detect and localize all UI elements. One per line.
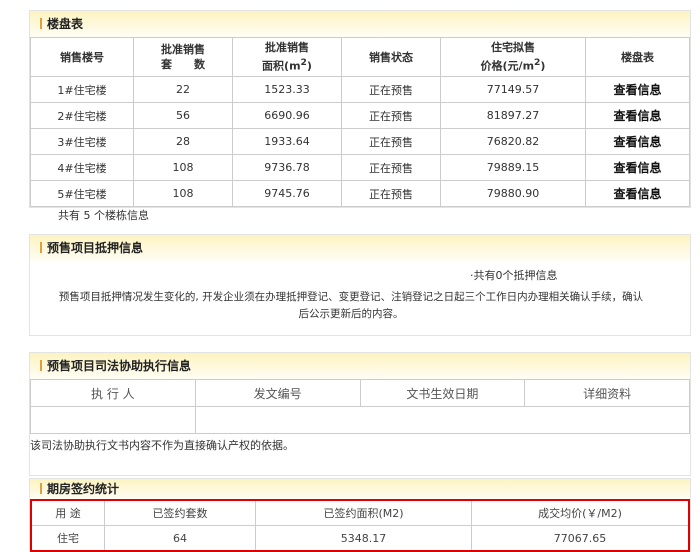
view-info-link[interactable]: 查看信息 (585, 180, 690, 207)
title-text: 楼盘表 (47, 17, 84, 31)
mortgage-note: 预售项目抵押情况发生变化的, 开发企业须在办理抵押登记、变更登记、注销登记之日起… (58, 291, 644, 320)
table-header: 销售楼号 批准销售套 数 批准销售 面积(m2) 销售状态 住宅拟售 价格(元/m2… (30, 37, 690, 77)
view-info-link[interactable]: 查看信息 (585, 76, 690, 103)
col-area: 批准销售 面积(m2) (232, 37, 342, 77)
buildings-count: 共有 5 个楼栋信息 (58, 209, 149, 222)
cell-area: 6690.96 (232, 102, 342, 129)
mortgage-count: ·共有0个抵押信息 (470, 269, 558, 282)
cell-price: 77149.57 (440, 76, 586, 103)
table-row: 5#住宅楼 108 9745.76 正在预售 79880.90 查看信息 (30, 180, 690, 207)
empty-cell (194, 406, 691, 434)
contracts-table: 用 途已签约套数 已签约面积(M2) 成交均价(￥/M2) 住宅 64 5348.17 7… (30, 499, 690, 552)
col-units: 批准销售套 数 (133, 37, 233, 77)
col-usage: 用 途 (30, 499, 105, 526)
col-avg-price: 成交均价(￥/M2) (471, 499, 690, 526)
cell-name: 5#住宅楼 (30, 180, 134, 207)
col-table: 楼盘表 (585, 37, 690, 77)
table-row: 3#住宅楼 28 1933.64 正在预售 76820.82 查看信息 (30, 128, 690, 155)
table-row: 2#住宅楼 56 6690.96 正在预售 81897.27 查看信息 (30, 102, 690, 129)
usage: 住宅 (30, 525, 105, 552)
cell-status: 正在预售 (341, 180, 441, 207)
cell-name: 1#住宅楼 (30, 76, 134, 103)
col-status: 销售状态 (341, 37, 441, 77)
col-building: 销售楼号 (30, 37, 134, 77)
cell-area: 1523.33 (232, 76, 342, 103)
cell-status: 正在预售 (341, 76, 441, 103)
buildings-panel: 楼盘表 销售楼号 批准销售套 数 批准销售 面积(m2) 销售状态 住宅拟售 价格(… (29, 10, 691, 208)
panel-title: 预售项目司法协助执行信息 (30, 353, 690, 379)
cell-price: 76820.82 (440, 128, 586, 155)
cell-area: 1933.64 (232, 128, 342, 155)
col-signed-area: 已签约面积(M2) (255, 499, 472, 526)
cell-area: 9736.78 (232, 154, 342, 181)
title-text: 预售项目抵押信息 (47, 241, 144, 255)
cell-units: 108 (133, 154, 233, 181)
contracts-panel: 期房签约统计 用 途已签约套数 已签约面积(M2) 成交均价(￥/M2) 住宅 64 5… (29, 478, 691, 552)
col-doc-number: 发文编号 (194, 379, 361, 407)
cell-status: 正在预售 (341, 102, 441, 129)
col-executor: 执 行 人 (30, 379, 196, 407)
cell-price: 79889.15 (440, 154, 586, 181)
cell-name: 4#住宅楼 (30, 154, 134, 181)
col-signed-units: 已签约套数 (104, 499, 256, 526)
empty-cell (30, 406, 196, 434)
judicial-panel: 预售项目司法协助执行信息 执 行 人发文编号 文书生效日期 详细资料 该司法协助执行… (29, 352, 691, 476)
panel-title: 楼盘表 (30, 11, 690, 37)
judicial-table: 执 行 人发文编号 文书生效日期 详细资料 (30, 379, 691, 434)
cell-name: 3#住宅楼 (30, 128, 134, 155)
cell-status: 正在预售 (341, 154, 441, 181)
cell-price: 81897.27 (440, 102, 586, 129)
view-info-link[interactable]: 查看信息 (585, 102, 690, 129)
cell-units: 56 (133, 102, 233, 129)
col-effective-date: 文书生效日期 (359, 379, 526, 407)
cell-units: 108 (133, 180, 233, 207)
title-text: 预售项目司法协助执行信息 (47, 359, 192, 373)
table-row: 住宅 64 5348.17 77067.65 (30, 525, 690, 552)
cell-area: 9745.76 (232, 180, 342, 207)
cell-price: 79880.90 (440, 180, 586, 207)
view-info-link[interactable]: 查看信息 (585, 154, 690, 181)
table-row: 1#住宅楼 22 1523.33 正在预售 77149.57 查看信息 (30, 76, 690, 103)
table-row: 4#住宅楼 108 9736.78 正在预售 79889.15 查看信息 (30, 154, 690, 181)
panel-title: 期房签约统计 (30, 479, 690, 499)
view-info-link[interactable]: 查看信息 (585, 128, 690, 155)
judicial-note: 该司法协助执行文书内容不作为直接确认产权的依据。 (30, 439, 294, 452)
avg-price: 77067.65 (471, 525, 690, 552)
title-text: 期房签约统计 (47, 482, 120, 496)
cell-name: 2#住宅楼 (30, 102, 134, 129)
cell-units: 22 (133, 76, 233, 103)
panel-title: 预售项目抵押信息 (30, 235, 690, 261)
cell-units: 28 (133, 128, 233, 155)
signed-units: 64 (104, 525, 256, 552)
buildings-table: 销售楼号 批准销售套 数 批准销售 面积(m2) 销售状态 住宅拟售 价格(元/m2… (30, 37, 690, 207)
col-details: 详细资料 (524, 379, 690, 407)
signed-area: 5348.17 (255, 525, 472, 552)
cell-status: 正在预售 (341, 128, 441, 155)
col-price: 住宅拟售 价格(元/m2) (440, 37, 586, 77)
